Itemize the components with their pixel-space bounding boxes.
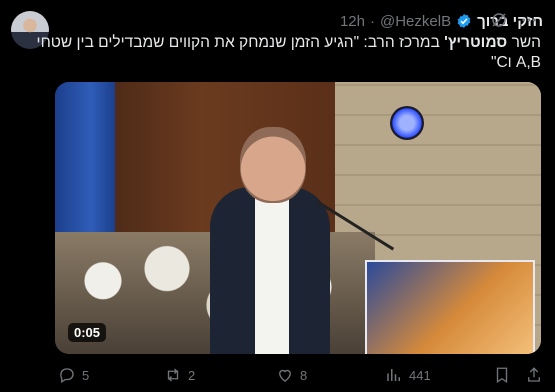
video-duration: 0:05 — [68, 323, 107, 342]
share-icon — [528, 367, 540, 382]
tweet-text-line-1: השר סמוטריץ' במרכז הרב: "הגיע הזמן שנמחק… — [36, 34, 541, 51]
header-separator: · — [370, 12, 375, 30]
video-speaker-head — [240, 127, 306, 203]
views-icon — [387, 369, 400, 381]
views-button[interactable]: 441 — [385, 366, 431, 384]
tweet-text-bold: סמוטריץ' — [444, 34, 508, 51]
repost-icon — [167, 368, 179, 382]
more-options-icon[interactable] — [520, 11, 538, 29]
grok-icon[interactable] — [490, 11, 508, 29]
views-count: 441 — [409, 367, 431, 383]
repost-button[interactable]: 2 — [164, 366, 195, 384]
heart-icon — [279, 369, 291, 382]
verified-badge-icon — [457, 14, 471, 28]
video-stage-light — [390, 106, 424, 140]
bookmark-button[interactable] — [493, 366, 511, 384]
repost-count: 2 — [188, 367, 196, 383]
share-button[interactable] — [525, 366, 543, 384]
video-player[interactable] — [55, 82, 541, 354]
tweet-text-line-2: A,B וC" — [490, 54, 541, 71]
bookmark-icon — [496, 367, 508, 384]
tweet-top-actions — [490, 11, 538, 29]
like-button[interactable]: 8 — [276, 366, 307, 384]
video-speaker-shirt — [255, 192, 289, 354]
author-handle[interactable]: @HezkelB — [380, 13, 451, 30]
like-count: 8 — [300, 367, 308, 383]
reply-icon — [60, 368, 74, 383]
reply-button[interactable]: 5 — [58, 366, 89, 384]
tweet-text: השר סמוטריץ' במרכז הרב: "הגיע הזמן שנמחק… — [21, 33, 541, 73]
reply-count: 5 — [82, 367, 90, 383]
video-lectern — [365, 260, 535, 354]
tweet-time[interactable]: 12h — [340, 13, 365, 30]
